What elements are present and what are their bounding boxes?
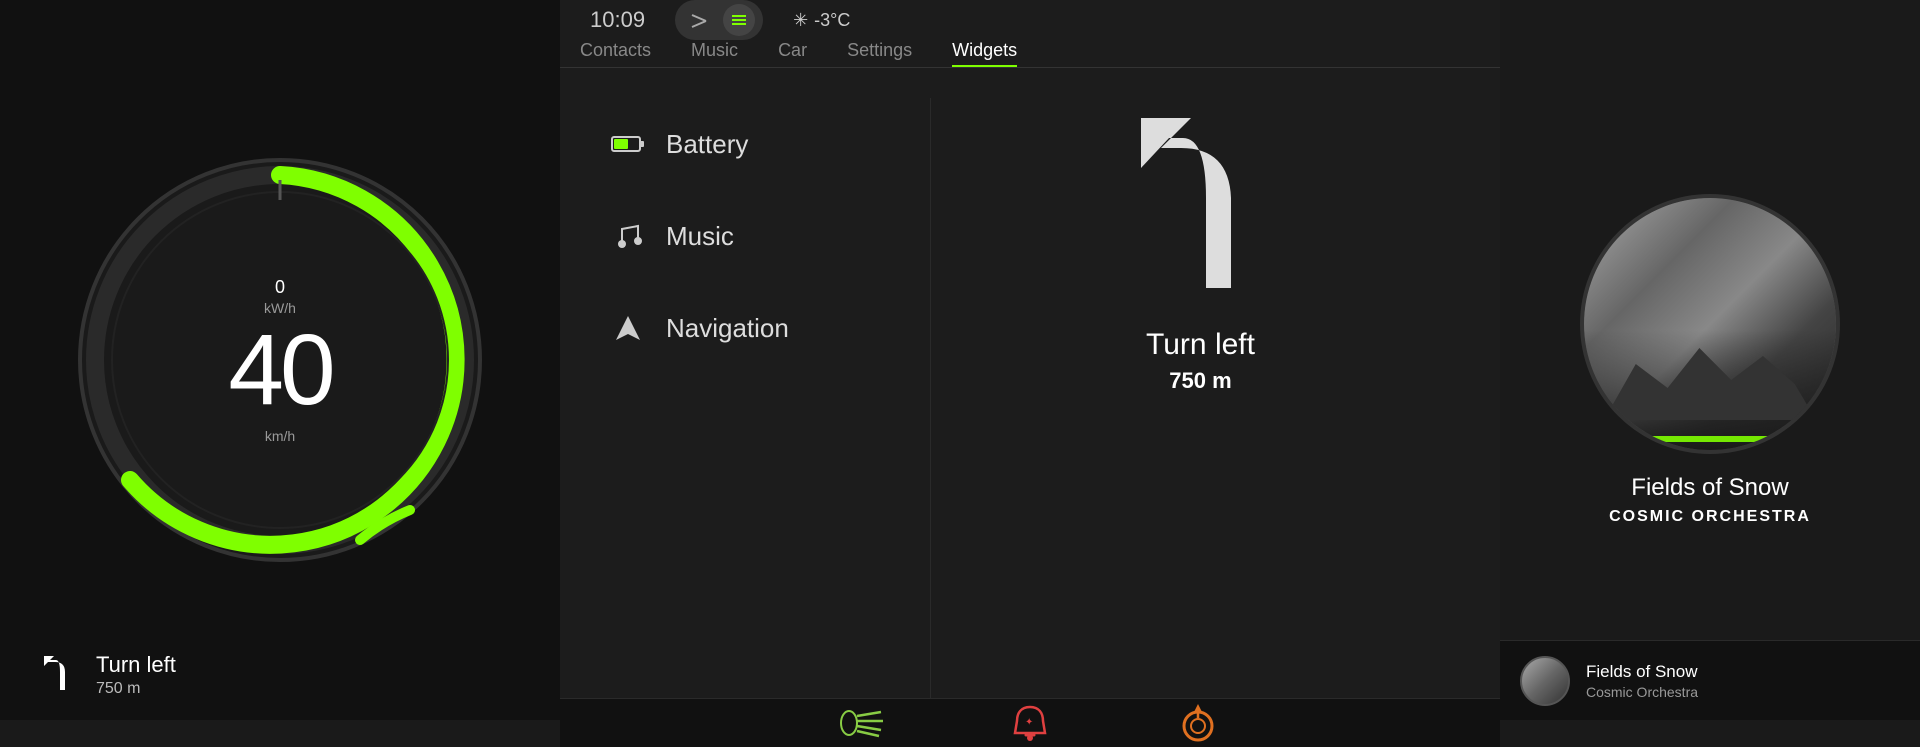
turn-info-text: Turn left 750 m	[96, 652, 176, 698]
temperature-value: -3°C	[814, 10, 850, 31]
tab-music[interactable]: Music	[691, 40, 738, 67]
battery-label: Battery	[666, 129, 748, 160]
speed-unit: km/h	[228, 428, 331, 444]
widget-music[interactable]: Music	[590, 190, 930, 282]
mini-artist-name: Cosmic Orchestra	[1586, 684, 1698, 700]
map-mode-icon[interactable]	[683, 4, 715, 36]
widgets-content: Battery Music	[560, 68, 1500, 698]
turn-arrow-large-icon	[1111, 108, 1291, 308]
left-panel: 0 kW/h 40 km/h Turn left 750 m	[0, 0, 560, 720]
temp-star-icon: ✳	[793, 10, 808, 31]
time-display: 10:09	[590, 7, 645, 33]
right-panel: Fields of Snow COSMIC ORCHESTRA Fields o…	[1500, 0, 1920, 720]
speed-value: 40	[228, 320, 331, 420]
battery-icon	[610, 126, 646, 162]
bottom-nav-info: Turn left 750 m	[30, 650, 176, 700]
temperature-display: ✳ -3°C	[793, 10, 850, 31]
mini-album-art	[1520, 656, 1570, 706]
middle-panel: 10:09 ✳ -3°C Contacts Music	[560, 0, 1500, 720]
widget-navigation[interactable]: Navigation	[590, 282, 930, 374]
mode-toggle[interactable]	[675, 0, 763, 40]
artist-name: COSMIC ORCHESTRA	[1609, 508, 1811, 526]
svg-text:✦: ✦	[1025, 717, 1033, 728]
mini-song-title: Fields of Snow	[1586, 662, 1698, 682]
music-icon	[610, 218, 646, 254]
navigation-label: Navigation	[666, 313, 789, 344]
widget-list: Battery Music	[590, 98, 930, 374]
navigation-icon	[610, 310, 646, 346]
speedo-center: 0 kW/h 40 km/h	[228, 277, 331, 444]
album-art-image	[1584, 198, 1836, 450]
turn-arrow-small-icon	[30, 650, 80, 700]
kw-value: 0	[228, 277, 331, 298]
top-bar: 10:09 ✳ -3°C	[560, 0, 1500, 40]
bottom-bar: ✦	[560, 698, 1500, 747]
tire-pressure-icon[interactable]	[1174, 699, 1222, 747]
tab-settings[interactable]: Settings	[847, 40, 912, 67]
song-title: Fields of Snow	[1609, 474, 1811, 502]
turn-label-small: Turn left	[96, 652, 176, 678]
nav-tabs: Contacts Music Car Settings Widgets	[560, 40, 1500, 68]
turn-distance-large: 750 m	[1169, 368, 1231, 394]
widget-battery[interactable]: Battery	[590, 98, 930, 190]
list-mode-icon[interactable]	[723, 4, 755, 36]
music-label: Music	[666, 221, 734, 252]
album-art	[1580, 194, 1840, 454]
tab-widgets[interactable]: Widgets	[952, 40, 1017, 67]
nav-widget: Turn left 750 m	[931, 98, 1470, 394]
headlights-icon[interactable]	[838, 699, 886, 747]
warning-icon[interactable]: ✦	[1006, 699, 1054, 747]
turn-distance-small: 750 m	[96, 680, 176, 698]
tab-car[interactable]: Car	[778, 40, 807, 67]
music-info: Fields of Snow COSMIC ORCHESTRA	[1609, 474, 1811, 526]
turn-label-large: Turn left	[1146, 328, 1255, 362]
mini-music-info: Fields of Snow Cosmic Orchestra	[1586, 662, 1698, 700]
speedometer: 0 kW/h 40 km/h	[70, 150, 490, 570]
tab-contacts[interactable]: Contacts	[580, 40, 651, 67]
right-bottom-bar: Fields of Snow Cosmic Orchestra	[1500, 640, 1920, 720]
